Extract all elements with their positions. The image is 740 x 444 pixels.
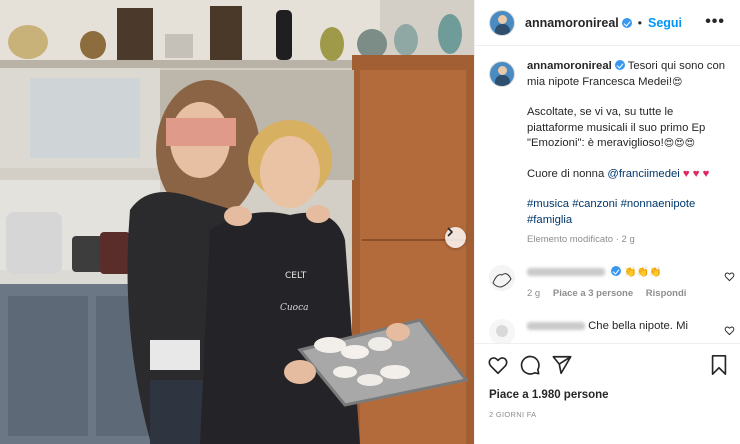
comment-icon[interactable] [519,354,541,376]
likes-count[interactable]: Piace a 1.980 persone [489,389,609,401]
verified-badge-icon [621,17,632,28]
heart-icon[interactable] [487,354,509,376]
post-header: annamoronireal • Segui ••• [475,0,740,46]
svg-text:CELT: CELT [285,271,307,281]
edited-label: Elemento modificato [527,234,614,245]
caption-meta: Elemento modificato · 2 g [527,232,729,248]
comment-item: Che bella nipote. Mi [489,319,735,343]
comment-time: 2 g [527,288,541,299]
caption-username[interactable]: annamoronireal [527,60,612,72]
photo-scene: CELT Cuoca [0,0,474,444]
follow-button[interactable]: Segui [648,16,682,30]
reply-button[interactable]: Rispondi [646,288,687,299]
post-actions: Piace a 1.980 persone 2 GIORNI FA [475,343,740,444]
bookmark-icon[interactable] [709,354,729,376]
comment-username-blurred[interactable] [527,322,585,331]
post-photo: CELT Cuoca [0,0,474,444]
chevron-right-icon [447,227,453,237]
svg-text:Cuoca: Cuoca [280,303,309,313]
edited-time: 2 g [621,234,635,245]
post-caption: annamoronireal Tesori qui sono con mia n… [489,59,729,248]
avatar[interactable] [489,9,515,36]
post-side-panel: annamoronireal • Segui ••• annamoronirea… [474,0,740,444]
heart-eyes-emoji-icon: 😍😍😍 [663,138,696,149]
header-separator: • [637,15,642,30]
hashtags[interactable]: #musica #canzoni #nonnaenipote #famiglia [527,197,729,228]
comments-section[interactable]: annamoronireal Tesori qui sono con mia n… [475,47,740,343]
comment-item: 👏👏👏 2 g Piace a 3 persone Rispondi [489,265,735,299]
clap-emoji-icon: 👏👏👏 [624,267,662,278]
meta-separator: · [613,234,622,245]
comment-text: Che bella nipote. Mi [588,320,688,332]
mention-link[interactable]: @franciimedei [607,168,679,180]
avatar-sketch-icon [489,265,515,291]
header-username[interactable]: annamoronireal [525,16,619,30]
heart-eyes-emoji-icon: 😍 [672,76,683,88]
red-heart-icon: ♥ ♥ ♥ [682,167,710,180]
avatar[interactable] [489,319,515,343]
more-options-icon[interactable]: ••• [705,14,725,30]
comment-username-blurred[interactable] [527,268,605,277]
caption-avatar[interactable] [489,61,515,87]
next-photo-button[interactable] [445,227,466,248]
share-icon[interactable] [551,354,573,376]
caption-line-3: Cuore di nonna [527,167,608,180]
comment-likes-link[interactable]: Piace a 3 persone [553,288,633,299]
heart-icon[interactable] [724,325,735,336]
verified-badge-icon [611,266,622,276]
heart-icon[interactable] [724,271,735,282]
post-date: 2 GIORNI FA [489,410,537,419]
verified-badge-icon [614,60,625,70]
avatar-sketch-icon [489,319,515,343]
avatar[interactable] [489,265,515,291]
